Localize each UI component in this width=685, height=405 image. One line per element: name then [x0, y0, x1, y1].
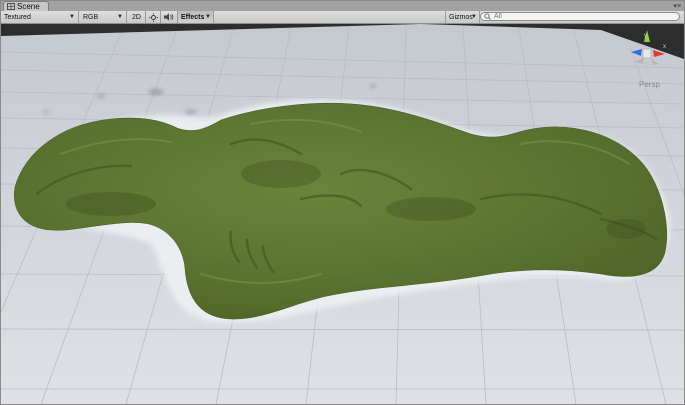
axis-cone-x[interactable] — [653, 50, 665, 57]
scene-viewport[interactable]: y x z Persp — [1, 24, 684, 404]
toggle-2d-button[interactable]: 2D — [128, 11, 146, 23]
axis-cone-z[interactable] — [631, 49, 642, 56]
search-icon — [484, 13, 491, 20]
speaker-icon — [164, 13, 174, 21]
axis-label-y: y — [644, 33, 647, 39]
chevron-down-icon: ▼ — [117, 14, 123, 20]
toggle-2d-label: 2D — [132, 13, 141, 21]
chevron-down-icon: ▼ — [69, 14, 75, 20]
effects-dropdown[interactable]: Effects ▼ — [178, 11, 214, 23]
render-mode-label: RGB — [83, 13, 99, 21]
scene-render — [1, 24, 684, 404]
scene-audio-toggle[interactable] — [161, 11, 178, 23]
chevron-down-icon: ▼ — [471, 14, 477, 20]
scene-lighting-toggle[interactable] — [146, 11, 161, 23]
axis-label-x: x — [663, 44, 666, 50]
axis-label-z: z — [628, 44, 631, 50]
tab-scene-label: Scene — [17, 2, 40, 11]
draw-mode-dropdown[interactable]: Textured ▼ — [1, 11, 79, 23]
gizmos-dropdown[interactable]: Gizmos ▼ — [445, 11, 480, 23]
render-mode-dropdown[interactable]: RGB ▼ — [80, 11, 127, 23]
tab-scene[interactable]: Scene — [3, 1, 49, 11]
search-input[interactable] — [492, 12, 674, 21]
window-menu-icon[interactable]: ▾≡ — [673, 2, 681, 10]
sun-icon — [148, 12, 158, 22]
scene-grid-icon — [7, 3, 15, 10]
scene-toolbar: Textured ▼ RGB ▼ 2D Effects ▼ Gizmos ▼ A… — [1, 11, 684, 24]
projection-label[interactable]: Persp — [639, 80, 660, 89]
scene-orientation-gizmo[interactable]: y x z — [625, 28, 669, 88]
gizmos-label: Gizmos — [449, 13, 473, 21]
chevron-down-icon: ▼ — [205, 14, 211, 20]
effects-label: Effects — [181, 13, 205, 21]
draw-mode-label: Textured — [4, 13, 31, 21]
search-field[interactable] — [480, 12, 680, 21]
scene-window: Scene ▾≡ Textured ▼ RGB ▼ 2D Effects ▼ G… — [0, 0, 685, 405]
